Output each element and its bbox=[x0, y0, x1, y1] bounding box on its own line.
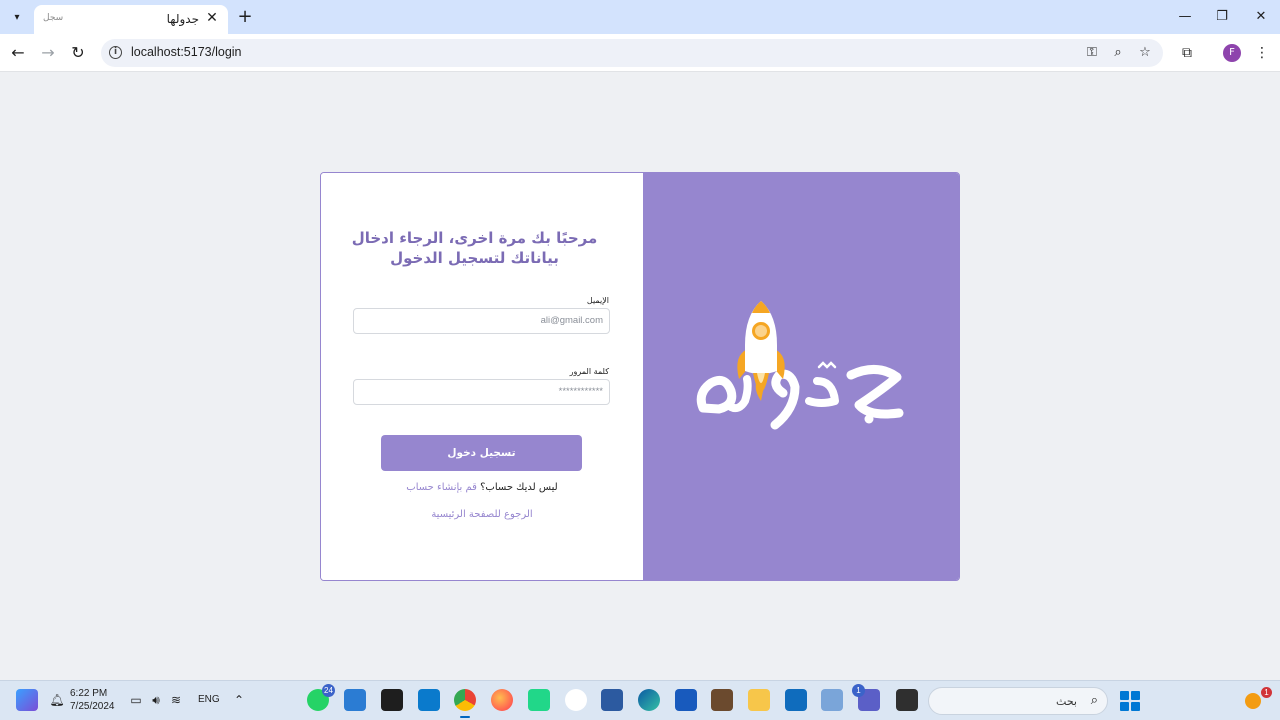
system-clock[interactable]: 6:22 PM 7/25/2024 bbox=[70, 687, 115, 713]
search-placeholder: بحث bbox=[1056, 695, 1077, 708]
no-account-text: ليس لديك حساب؟ bbox=[480, 482, 558, 493]
clock-time: 6:22 PM bbox=[70, 688, 108, 699]
password-label: كلمة المرور bbox=[569, 367, 609, 376]
password-key-icon[interactable]: ⚿ bbox=[1082, 43, 1102, 63]
signup-prompt: ليس لديك حساب؟ قم بإنشاء حساب bbox=[321, 482, 643, 493]
forward-arrow-icon[interactable]: → bbox=[37, 42, 59, 64]
search-icon: ⌕ bbox=[1090, 693, 1098, 708]
battery-icon[interactable]: ▭ bbox=[128, 692, 144, 708]
brand-panel bbox=[643, 173, 959, 580]
widgets-icon[interactable] bbox=[1245, 693, 1261, 709]
login-form-panel: مرحبًا بك مرة اخرى، الرجاء ادخال بياناتك… bbox=[321, 173, 643, 580]
copilot-icon[interactable] bbox=[16, 689, 38, 711]
tab-favicon: سجل bbox=[43, 13, 64, 23]
address-bar[interactable]: i localhost:5173/login ⚿ ⌕ ☆ bbox=[101, 39, 1163, 67]
figma-icon[interactable] bbox=[381, 689, 403, 711]
browser-toolbar: ← → ↻ i localhost:5173/login ⚿ ⌕ ☆ ⧉ F ⋮ bbox=[0, 34, 1280, 72]
tab-close-icon[interactable]: ✕ bbox=[204, 10, 220, 26]
zoom-icon[interactable]: ⌕ bbox=[1108, 43, 1128, 63]
browser-tabstrip: ▾ سجل جدولها ✕ + — ❐ ✕ bbox=[0, 0, 1280, 34]
reload-icon[interactable]: ↻ bbox=[67, 42, 89, 64]
clock-date: 7/25/2024 bbox=[70, 701, 115, 712]
profile-avatar[interactable]: F bbox=[1223, 44, 1241, 62]
gimp-icon[interactable] bbox=[711, 689, 733, 711]
notification-bell-icon[interactable]: 🔔︎ bbox=[49, 692, 65, 708]
wifi-icon[interactable]: ≋ bbox=[168, 692, 184, 708]
brand-logo bbox=[696, 301, 904, 430]
start-windows-icon[interactable] bbox=[1120, 691, 1140, 711]
whatsapp-icon[interactable]: 24 bbox=[307, 684, 335, 711]
close-window-icon[interactable]: ✕ bbox=[1250, 6, 1272, 28]
restore-window-icon[interactable]: ❐ bbox=[1211, 6, 1233, 28]
login-card: مرحبًا بك مرة اخرى، الرجاء ادخال بياناتك… bbox=[320, 172, 960, 581]
password-field[interactable]: ************ bbox=[353, 379, 610, 405]
snipping-tool-icon[interactable] bbox=[601, 689, 623, 711]
login-button[interactable]: تسجيل دخول bbox=[381, 435, 582, 471]
chrome-icon[interactable] bbox=[454, 689, 476, 718]
vscode-icon[interactable] bbox=[418, 689, 440, 711]
browser-tab-active[interactable]: سجل جدولها ✕ bbox=[34, 5, 228, 34]
home-link[interactable]: الرجوع للصفحة الرئيسية bbox=[321, 509, 643, 520]
pycharm-icon[interactable] bbox=[528, 689, 550, 711]
bookmark-star-icon[interactable]: ☆ bbox=[1135, 43, 1155, 63]
file-explorer-icon[interactable] bbox=[748, 689, 770, 711]
firefox-icon[interactable] bbox=[491, 689, 513, 711]
volume-icon[interactable]: 🔊︎ bbox=[148, 692, 164, 708]
back-arrow-icon[interactable]: ← bbox=[7, 42, 29, 64]
tab-title: جدولها bbox=[166, 12, 199, 26]
photos-icon[interactable] bbox=[344, 689, 366, 711]
signup-link[interactable]: قم بإنشاء حساب bbox=[406, 482, 477, 493]
site-info-icon[interactable]: i bbox=[109, 46, 122, 59]
terminal-icon[interactable] bbox=[896, 689, 918, 711]
microsoft-store-icon[interactable] bbox=[785, 689, 807, 711]
language-indicator[interactable]: ENG bbox=[198, 694, 220, 705]
tray-chevron-up-icon[interactable]: ⌃ bbox=[231, 692, 247, 708]
whatsapp-badge: 24 bbox=[322, 684, 335, 697]
email-field[interactable]: ali@gmail.com bbox=[353, 308, 610, 334]
url-text[interactable]: localhost:5173/login bbox=[131, 45, 242, 59]
page-title: مرحبًا بك مرة اخرى، الرجاء ادخال بياناتك… bbox=[351, 229, 598, 267]
minimize-window-icon[interactable]: — bbox=[1174, 6, 1196, 28]
edge-icon[interactable] bbox=[638, 689, 660, 711]
tab-search-chevron-icon[interactable]: ▾ bbox=[6, 6, 28, 28]
word-icon[interactable] bbox=[675, 689, 697, 711]
app-w-icon[interactable] bbox=[565, 689, 587, 711]
new-tab-plus-icon[interactable]: + bbox=[234, 6, 256, 28]
email-label: الإيميل bbox=[586, 296, 609, 305]
windows-taskbar: 🔔︎ 6:22 PM 7/25/2024 ▭ 🔊︎ ≋ ENG ⌃ 24 1 ب… bbox=[0, 680, 1280, 720]
notification-badge: 1 bbox=[1261, 687, 1272, 698]
menu-kebab-icon[interactable]: ⋮ bbox=[1251, 42, 1273, 64]
extensions-puzzle-icon[interactable]: ⧉ bbox=[1176, 42, 1198, 64]
teams-icon[interactable]: 1 bbox=[852, 684, 880, 711]
taskbar-search-input[interactable]: بحث ⌕ bbox=[928, 687, 1108, 715]
virtualbox-icon[interactable] bbox=[821, 689, 843, 711]
teams-badge: 1 bbox=[852, 684, 865, 697]
